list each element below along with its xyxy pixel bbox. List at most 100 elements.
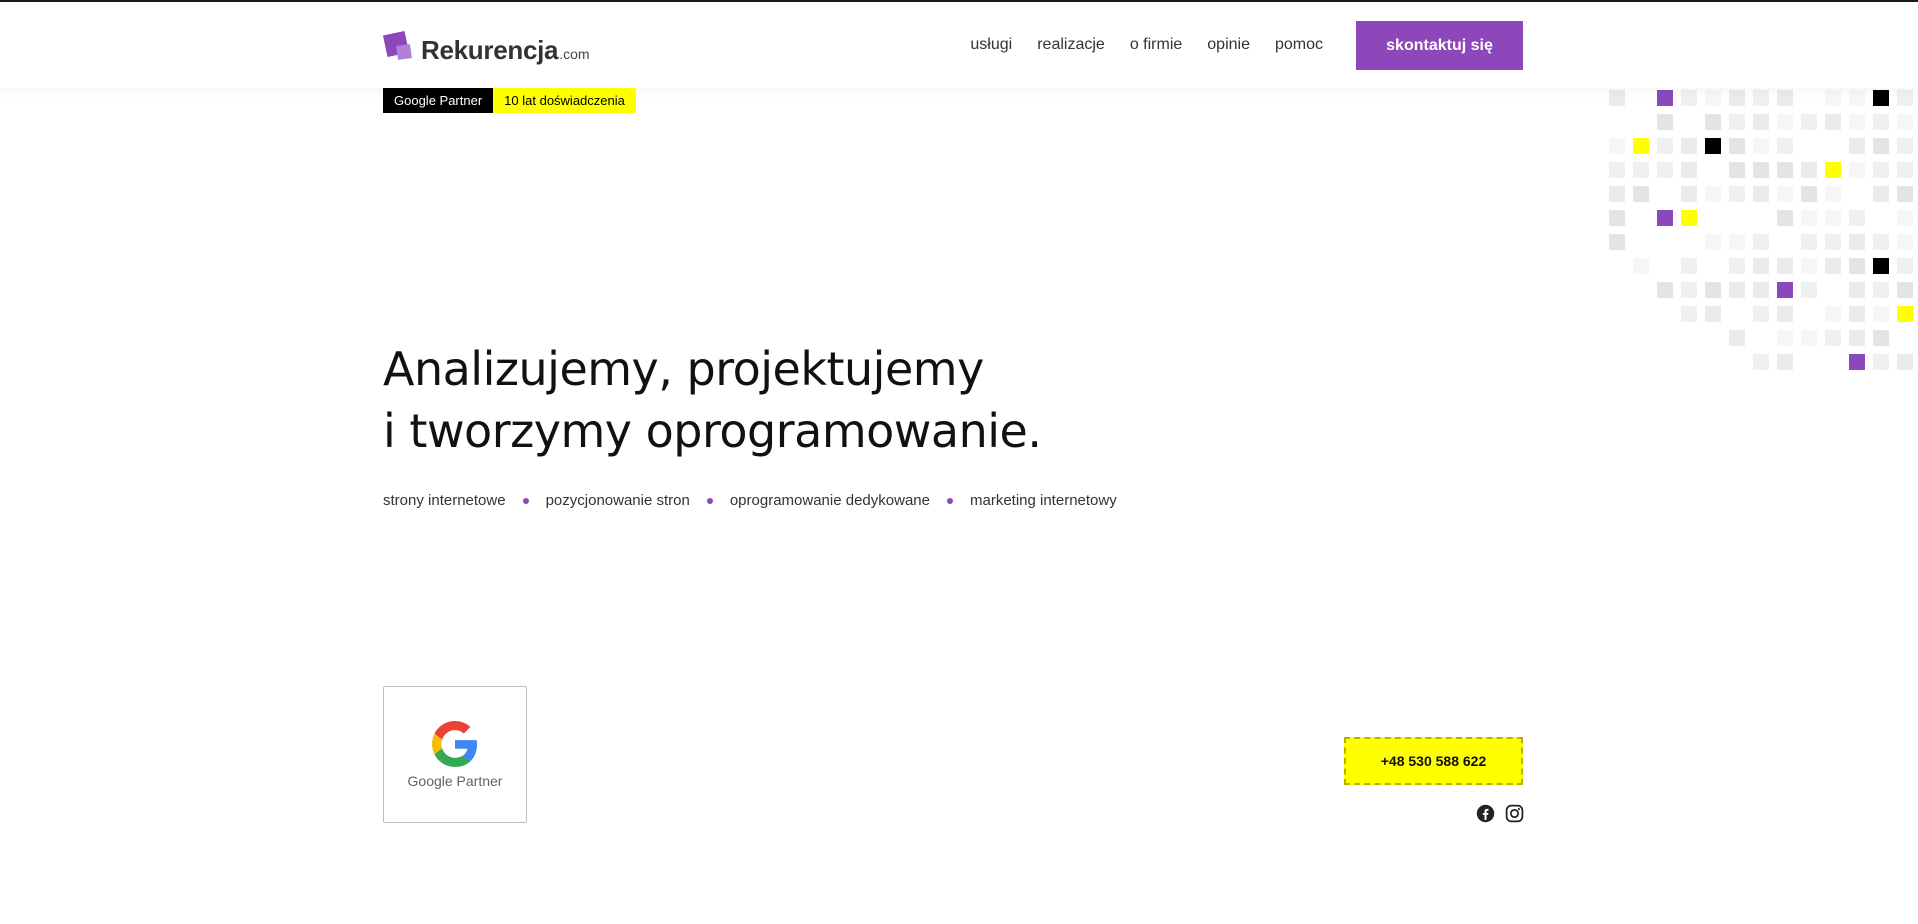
pixel-square — [1873, 354, 1889, 370]
bullet-dot-icon — [946, 497, 953, 504]
badges: Google Partner 10 lat doświadczenia — [383, 88, 636, 113]
pixel-square — [1825, 162, 1841, 178]
pixel-square — [1681, 138, 1697, 154]
pixel-square — [1825, 210, 1841, 226]
pixel-square — [1657, 90, 1673, 106]
pixel-square — [1825, 234, 1841, 250]
pixel-square — [1897, 138, 1913, 154]
pixel-square — [1777, 210, 1793, 226]
experience-badge: 10 lat doświadczenia — [493, 88, 636, 113]
pixel-square — [1609, 138, 1625, 154]
pixel-square — [1609, 162, 1625, 178]
pixel-square — [1777, 258, 1793, 274]
pixel-square — [1777, 186, 1793, 202]
pixel-square — [1801, 234, 1817, 250]
logo-tld: .com — [559, 46, 590, 62]
logo-name: Rekurencja — [421, 35, 559, 65]
pixel-square — [1681, 306, 1697, 322]
google-partner-badge: Google Partner — [383, 88, 494, 113]
pixel-square — [1849, 90, 1865, 106]
pixel-square — [1849, 354, 1865, 370]
contact-button[interactable]: skontaktuj się — [1356, 21, 1523, 70]
pixel-square — [1777, 90, 1793, 106]
pixel-square — [1873, 90, 1889, 106]
pixel-square — [1681, 90, 1697, 106]
pixel-square — [1897, 210, 1913, 226]
pixel-square — [1657, 162, 1673, 178]
pixel-square — [1897, 354, 1913, 370]
pixel-square — [1873, 162, 1889, 178]
service-item: pozycjonowanie stron — [545, 492, 690, 509]
pixel-square — [1849, 330, 1865, 346]
pixel-square — [1657, 114, 1673, 130]
pixel-square — [1801, 114, 1817, 130]
service-item: strony internetowe — [383, 492, 506, 509]
pixel-square — [1873, 186, 1889, 202]
phone-button[interactable]: +48 530 588 622 — [1344, 737, 1523, 785]
pixel-square — [1609, 234, 1625, 250]
pixel-square — [1753, 114, 1769, 130]
pixel-square — [1897, 258, 1913, 274]
pixel-square — [1753, 354, 1769, 370]
pixel-square — [1729, 330, 1745, 346]
pixel-square — [1753, 138, 1769, 154]
pixel-square — [1849, 282, 1865, 298]
pixel-square — [1681, 282, 1697, 298]
nav-item-pomoc[interactable]: pomoc — [1275, 36, 1323, 54]
services-list: strony internetowe pozycjonowanie stron … — [383, 492, 1117, 509]
pixel-square — [1801, 162, 1817, 178]
pixel-square — [1849, 210, 1865, 226]
pixel-square — [1753, 162, 1769, 178]
pixel-square — [1705, 186, 1721, 202]
pixel-square — [1897, 114, 1913, 130]
pixel-square — [1633, 162, 1649, 178]
pixel-square — [1705, 90, 1721, 106]
pixel-square — [1777, 162, 1793, 178]
logo-link[interactable]: Rekurencja .com — [382, 27, 590, 65]
pixel-square — [1681, 258, 1697, 274]
pixel-square — [1729, 258, 1745, 274]
pixel-square — [1777, 114, 1793, 130]
pixel-square — [1705, 234, 1721, 250]
pixel-square — [1633, 186, 1649, 202]
nav-item-realizacje[interactable]: realizacje — [1037, 36, 1105, 54]
instagram-icon[interactable] — [1505, 804, 1524, 823]
pixel-square — [1897, 234, 1913, 250]
hero-title: Analizujemy, projektujemy i tworzymy opr… — [383, 338, 1042, 462]
nav-item-opinie[interactable]: opinie — [1207, 36, 1250, 54]
google-partner-card[interactable]: Google Partner — [383, 686, 527, 823]
pixel-square — [1729, 282, 1745, 298]
pixel-square — [1849, 306, 1865, 322]
hero-title-line2: i tworzymy oprogramowanie. — [383, 404, 1042, 458]
pixel-square — [1825, 114, 1841, 130]
pixel-square — [1825, 90, 1841, 106]
facebook-icon[interactable] — [1476, 804, 1495, 823]
pixel-square — [1801, 186, 1817, 202]
pixel-square — [1873, 330, 1889, 346]
pixel-square — [1705, 138, 1721, 154]
pixel-square — [1729, 186, 1745, 202]
bullet-dot-icon — [522, 497, 529, 504]
nav-item-uslugi[interactable]: usługi — [970, 36, 1012, 54]
hero-title-line1: Analizujemy, projektujemy — [383, 342, 984, 396]
pixel-square — [1681, 210, 1697, 226]
pixel-square — [1633, 258, 1649, 274]
nav-item-o-firmie[interactable]: o firmie — [1130, 36, 1182, 54]
pixel-square — [1753, 90, 1769, 106]
pixel-square — [1753, 306, 1769, 322]
service-item: marketing internetowy — [969, 492, 1117, 509]
pixel-square — [1801, 258, 1817, 274]
pixel-square — [1777, 306, 1793, 322]
pixel-square — [1657, 210, 1673, 226]
pixel-square — [1777, 354, 1793, 370]
pixel-square — [1849, 138, 1865, 154]
pixel-square — [1801, 330, 1817, 346]
pixel-square — [1609, 186, 1625, 202]
pixel-square — [1873, 306, 1889, 322]
pixel-square — [1753, 282, 1769, 298]
pixel-square — [1729, 234, 1745, 250]
pixel-square — [1609, 210, 1625, 226]
pixel-square — [1873, 258, 1889, 274]
pixel-square — [1753, 258, 1769, 274]
pixel-square — [1873, 114, 1889, 130]
